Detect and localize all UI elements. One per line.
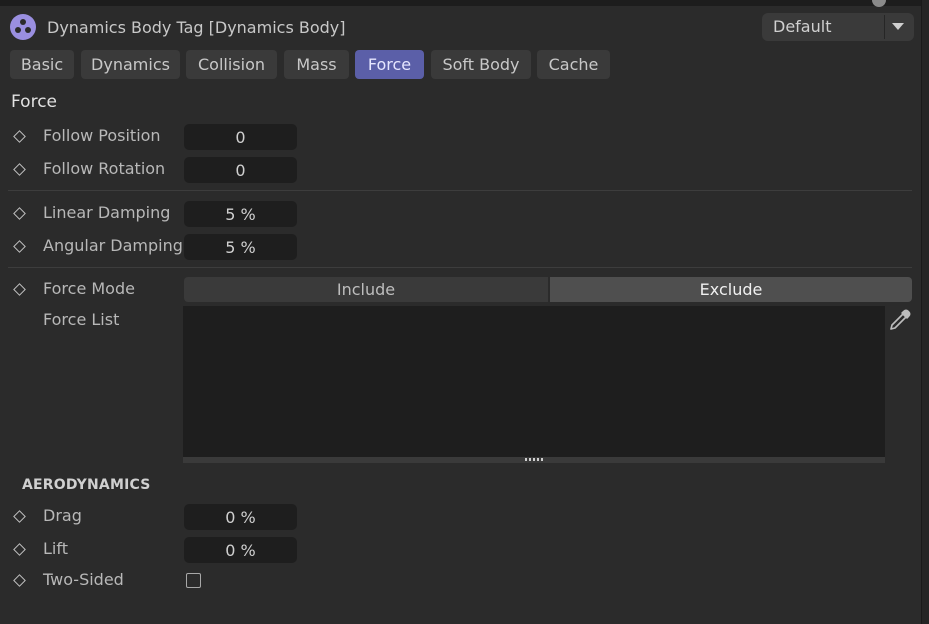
tab-label: Cache bbox=[548, 55, 599, 74]
tab-label: Basic bbox=[20, 55, 64, 74]
keyframe-diamond-icon[interactable] bbox=[13, 240, 26, 253]
param-label: Linear Damping bbox=[43, 203, 171, 222]
param-label: Force Mode bbox=[43, 279, 135, 298]
param-label: Drag bbox=[43, 506, 82, 525]
drag-field[interactable]: 0 % bbox=[184, 504, 297, 530]
param-label: Angular Damping bbox=[43, 236, 183, 255]
param-lift: Lift 0 % bbox=[0, 537, 929, 563]
param-label: Lift bbox=[43, 539, 68, 558]
param-angular-damping: Angular Damping 5 % bbox=[0, 234, 929, 260]
divider bbox=[8, 267, 912, 268]
tab-dynamics[interactable]: Dynamics bbox=[81, 50, 180, 79]
tab-label: Dynamics bbox=[91, 55, 170, 74]
param-label: Follow Rotation bbox=[43, 159, 166, 178]
keyframe-diamond-icon[interactable] bbox=[13, 510, 26, 523]
aerodynamics-heading: AERODYNAMICS bbox=[22, 477, 151, 493]
param-follow-position: Follow Position 0 bbox=[0, 124, 929, 150]
eyedropper-icon[interactable] bbox=[887, 307, 913, 333]
chevron-down-icon[interactable] bbox=[892, 23, 904, 30]
keyframe-diamond-icon[interactable] bbox=[13, 207, 26, 220]
tab-label: Soft Body bbox=[442, 55, 520, 74]
top-edge bbox=[0, 0, 929, 6]
preset-separator bbox=[884, 15, 885, 39]
angular-damping-field[interactable]: 5 % bbox=[184, 234, 297, 260]
param-follow-rotation: Follow Rotation 0 bbox=[0, 157, 929, 183]
keyframe-diamond-icon[interactable] bbox=[13, 283, 26, 296]
divider bbox=[8, 190, 912, 191]
force-mode-switch: Include Exclude bbox=[184, 277, 912, 302]
param-two-sided: Two-Sided bbox=[0, 568, 929, 594]
tag-title: Dynamics Body Tag [Dynamics Body] bbox=[47, 17, 346, 37]
keyframe-diamond-icon[interactable] bbox=[13, 130, 26, 143]
tab-label: Force bbox=[367, 55, 412, 74]
tab-cache[interactable]: Cache bbox=[537, 50, 610, 79]
tab-label: Mass bbox=[296, 55, 337, 74]
tab-mass[interactable]: Mass bbox=[284, 50, 349, 79]
section-title: Force bbox=[11, 92, 57, 112]
tab-basic[interactable]: Basic bbox=[10, 50, 74, 79]
param-drag: Drag 0 % bbox=[0, 504, 929, 530]
keyframe-diamond-icon[interactable] bbox=[13, 163, 26, 176]
force-mode-exclude-button[interactable]: Exclude bbox=[550, 277, 912, 302]
tab-force[interactable]: Force bbox=[355, 50, 424, 79]
tag-header: Dynamics Body Tag [Dynamics Body] bbox=[10, 12, 346, 42]
follow-position-field[interactable]: 0 bbox=[184, 124, 297, 150]
force-list-resize-handle[interactable] bbox=[183, 457, 885, 463]
lift-field[interactable]: 0 % bbox=[184, 537, 297, 563]
param-label: Follow Position bbox=[43, 126, 161, 145]
force-list-box[interactable] bbox=[183, 306, 885, 457]
param-linear-damping: Linear Damping 5 % bbox=[0, 201, 929, 227]
follow-rotation-field[interactable]: 0 bbox=[184, 157, 297, 183]
dynamics-body-tag-icon bbox=[10, 14, 36, 40]
param-label: Force List bbox=[43, 310, 120, 329]
tab-soft-body[interactable]: Soft Body bbox=[431, 50, 531, 79]
tab-label: Collision bbox=[197, 55, 265, 74]
grip-dots-icon bbox=[525, 458, 543, 461]
keyframe-diamond-icon[interactable] bbox=[13, 574, 26, 587]
preset-dropdown[interactable]: Default bbox=[762, 13, 914, 41]
force-mode-include-button[interactable]: Include bbox=[184, 277, 548, 302]
two-sided-checkbox[interactable] bbox=[186, 573, 201, 588]
param-label: Two-Sided bbox=[43, 570, 124, 589]
tab-collision[interactable]: Collision bbox=[186, 50, 277, 79]
keyframe-diamond-icon[interactable] bbox=[13, 543, 26, 556]
linear-damping-field[interactable]: 5 % bbox=[184, 201, 297, 227]
preset-value: Default bbox=[773, 17, 832, 36]
